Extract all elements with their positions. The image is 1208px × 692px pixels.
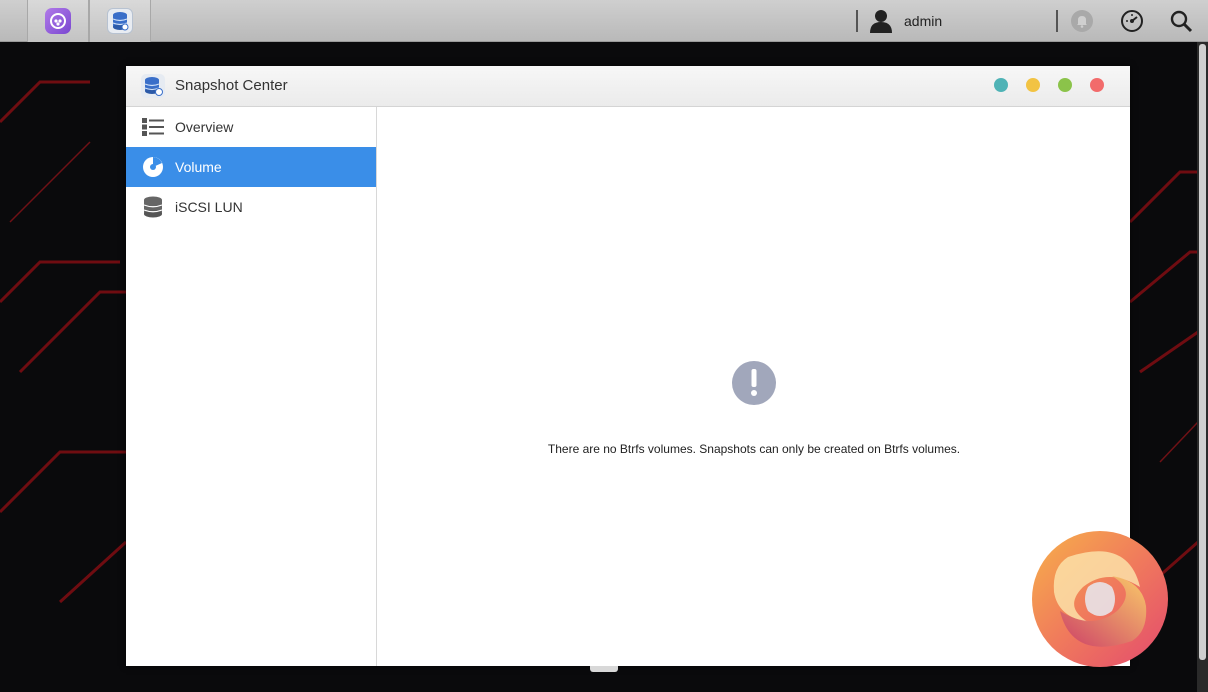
dashboard-gauge-icon[interactable] xyxy=(1119,8,1145,34)
taskbar-separator xyxy=(1056,10,1058,32)
window-title: Snapshot Center xyxy=(175,77,288,94)
purple-app-icon[interactable] xyxy=(45,8,71,34)
empty-state-message: There are no Btrfs volumes. Snapshots ca… xyxy=(547,442,961,456)
sidebar-item-label: Volume xyxy=(175,159,222,175)
user-avatar-icon xyxy=(870,10,892,33)
username: admin xyxy=(904,13,943,29)
desktop-scrollbar-thumb[interactable] xyxy=(1199,44,1206,660)
notification-bell-icon[interactable] xyxy=(1069,8,1095,34)
main-content: There are no Btrfs volumes. Snapshots ca… xyxy=(378,107,1130,666)
volume-disc-icon xyxy=(142,156,164,178)
taskbar: admin xyxy=(0,0,1208,42)
sidebar-item-volume[interactable]: Volume xyxy=(126,147,376,187)
window-titlebar[interactable]: Snapshot Center xyxy=(126,66,1130,107)
watermark-logo xyxy=(1028,527,1172,671)
window-minimize-button[interactable] xyxy=(994,78,1008,92)
sidebar-item-label: Overview xyxy=(175,119,234,135)
taskbar-app-slot[interactable] xyxy=(27,0,89,42)
exclamation-icon xyxy=(732,361,776,405)
window-resize-handle[interactable] xyxy=(590,666,618,672)
window-maximize-button[interactable] xyxy=(1058,78,1072,92)
snapshot-center-icon[interactable] xyxy=(107,8,133,34)
user-menu[interactable]: admin xyxy=(868,6,942,36)
search-icon[interactable] xyxy=(1168,8,1194,34)
sidebar-item-iscsi-lun[interactable]: iSCSI LUN xyxy=(126,187,376,227)
window-restore-button[interactable] xyxy=(1026,78,1040,92)
sidebar-item-overview[interactable]: Overview xyxy=(126,107,376,147)
overview-list-icon xyxy=(142,116,164,138)
sidebar-item-label: iSCSI LUN xyxy=(175,199,243,215)
database-stack-icon xyxy=(142,196,164,218)
sidebar: Overview Volume iSCSI LUN xyxy=(126,107,377,666)
snapshot-center-icon xyxy=(141,74,165,98)
snapshot-center-window: Snapshot Center Overview Volume iSCSI LU… xyxy=(126,66,1130,666)
taskbar-app-slot[interactable] xyxy=(89,0,151,42)
window-close-button[interactable] xyxy=(1090,78,1104,92)
taskbar-separator xyxy=(856,10,858,32)
